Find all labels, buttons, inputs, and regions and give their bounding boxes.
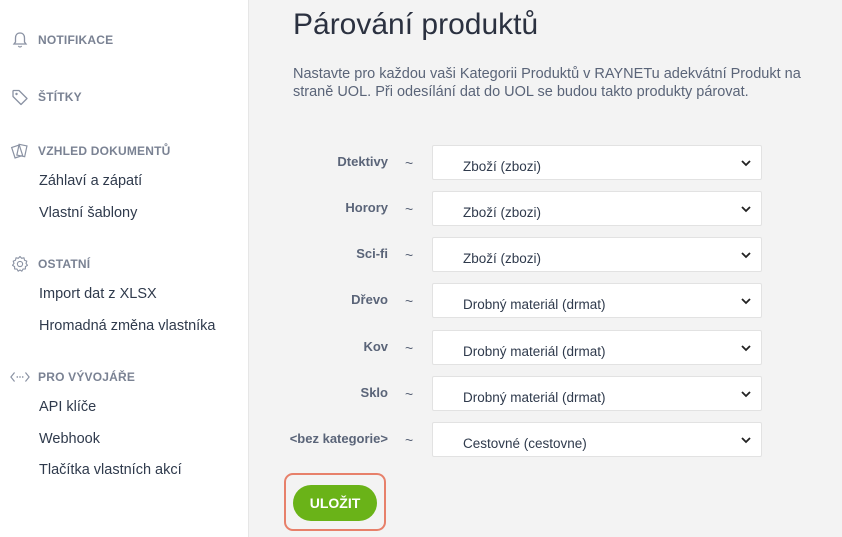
chevron-down-icon [741, 437, 751, 444]
sidebar-heading-tags: ŠTÍTKY [38, 90, 82, 104]
mapping-separator: ~ [405, 386, 414, 402]
tag-icon [10, 87, 30, 107]
product-select-value: Zboží (zbozi) [463, 205, 542, 220]
category-label: Sklo [360, 385, 388, 400]
mapping-row: Kov ~ Drobný materiál (drmat) [249, 330, 842, 366]
product-select[interactable]: Zboží (zbozi) [432, 191, 762, 226]
documents-icon [10, 141, 30, 161]
chevron-down-icon [741, 160, 751, 167]
mapping-separator: ~ [405, 293, 414, 309]
save-button-highlight: ULOŽIT [284, 473, 386, 531]
mapping-separator: ~ [405, 340, 414, 356]
mapping-row: Dřevo ~ Drobný materiál (drmat) [249, 283, 842, 319]
product-select[interactable]: Zboží (zbozi) [432, 237, 762, 272]
chevron-down-icon [741, 252, 751, 259]
sidebar-item-import-xlsx[interactable]: Import dat z XLSX [39, 286, 157, 302]
mapping-separator: ~ [405, 432, 414, 448]
sidebar-item-header-footer[interactable]: Záhlaví a zápatí [39, 173, 142, 189]
chevron-down-icon [741, 298, 751, 305]
page-description: Nastavte pro každou vaši Kategorii Produ… [293, 66, 801, 100]
sidebar-item-tags[interactable]: ŠTÍTKY [10, 87, 82, 107]
mapping-row: Dtektivy ~ Zboží (zbozi) [249, 145, 842, 181]
sidebar-item-webhook[interactable]: Webhook [39, 431, 100, 447]
product-select-value: Zboží (zbozi) [463, 159, 542, 174]
bell-icon [10, 30, 30, 50]
product-select[interactable]: Zboží (zbozi) [432, 145, 762, 180]
code-icon [10, 367, 30, 387]
sidebar-item-custom-templates[interactable]: Vlastní šablony [39, 205, 137, 221]
sidebar-heading-developers: PRO VÝVOJÁŘE [38, 370, 136, 384]
category-label: Kov [363, 339, 388, 354]
mapping-row: Sci-fi ~ Zboží (zbozi) [249, 237, 842, 273]
mapping-separator: ~ [405, 201, 414, 217]
mapping-row: Sklo ~ Drobný materiál (drmat) [249, 376, 842, 412]
product-select[interactable]: Drobný materiál (drmat) [432, 330, 762, 365]
sidebar-section-other: OSTATNÍ [10, 254, 90, 274]
page-title: Párování produktů [293, 8, 539, 41]
main-content: Párování produktů Nastavte pro každou va… [249, 0, 842, 537]
product-select[interactable]: Drobný materiál (drmat) [432, 283, 762, 318]
product-select[interactable]: Drobný materiál (drmat) [432, 376, 762, 411]
sidebar-item-api-keys[interactable]: API klíče [39, 399, 96, 415]
category-label: <bez kategorie> [289, 431, 388, 446]
gear-icon [10, 254, 30, 274]
mapping-separator: ~ [405, 155, 414, 171]
sidebar: NOTIFIKACE ŠTÍTKY VZHLED DOKUMENTŮ Záhla… [0, 0, 249, 537]
category-label: Horory [345, 200, 388, 215]
save-button[interactable]: ULOŽIT [293, 485, 377, 521]
sidebar-section-documents: VZHLED DOKUMENTŮ [10, 141, 171, 161]
mapping-row: <bez kategorie> ~ Cestovné (cestovne) [249, 422, 842, 458]
sidebar-heading-other: OSTATNÍ [38, 257, 91, 271]
chevron-down-icon [741, 391, 751, 398]
product-select-value: Drobný materiál (drmat) [463, 344, 606, 359]
sidebar-heading-documents: VZHLED DOKUMENTŮ [38, 144, 171, 158]
product-select[interactable]: Cestovné (cestovne) [432, 422, 762, 457]
category-label: Dřevo [351, 292, 388, 307]
category-label: Dtektivy [337, 154, 388, 169]
sidebar-item-bulk-owner-change[interactable]: Hromadná změna vlastníka [39, 318, 216, 334]
product-select-value: Cestovné (cestovne) [463, 436, 587, 451]
mapping-row: Horory ~ Zboží (zbozi) [249, 191, 842, 227]
product-select-value: Drobný materiál (drmat) [463, 390, 606, 405]
chevron-down-icon [741, 345, 751, 352]
sidebar-item-custom-action-buttons[interactable]: Tlačítka vlastních akcí [39, 462, 182, 478]
category-label: Sci-fi [356, 246, 388, 261]
mapping-separator: ~ [405, 247, 414, 263]
product-select-value: Drobný materiál (drmat) [463, 297, 606, 312]
product-select-value: Zboží (zbozi) [463, 251, 542, 266]
sidebar-section-developers: PRO VÝVOJÁŘE [10, 367, 135, 387]
sidebar-item-notifications[interactable]: NOTIFIKACE [10, 30, 113, 50]
sidebar-heading-notifications: NOTIFIKACE [38, 33, 114, 47]
chevron-down-icon [741, 206, 751, 213]
